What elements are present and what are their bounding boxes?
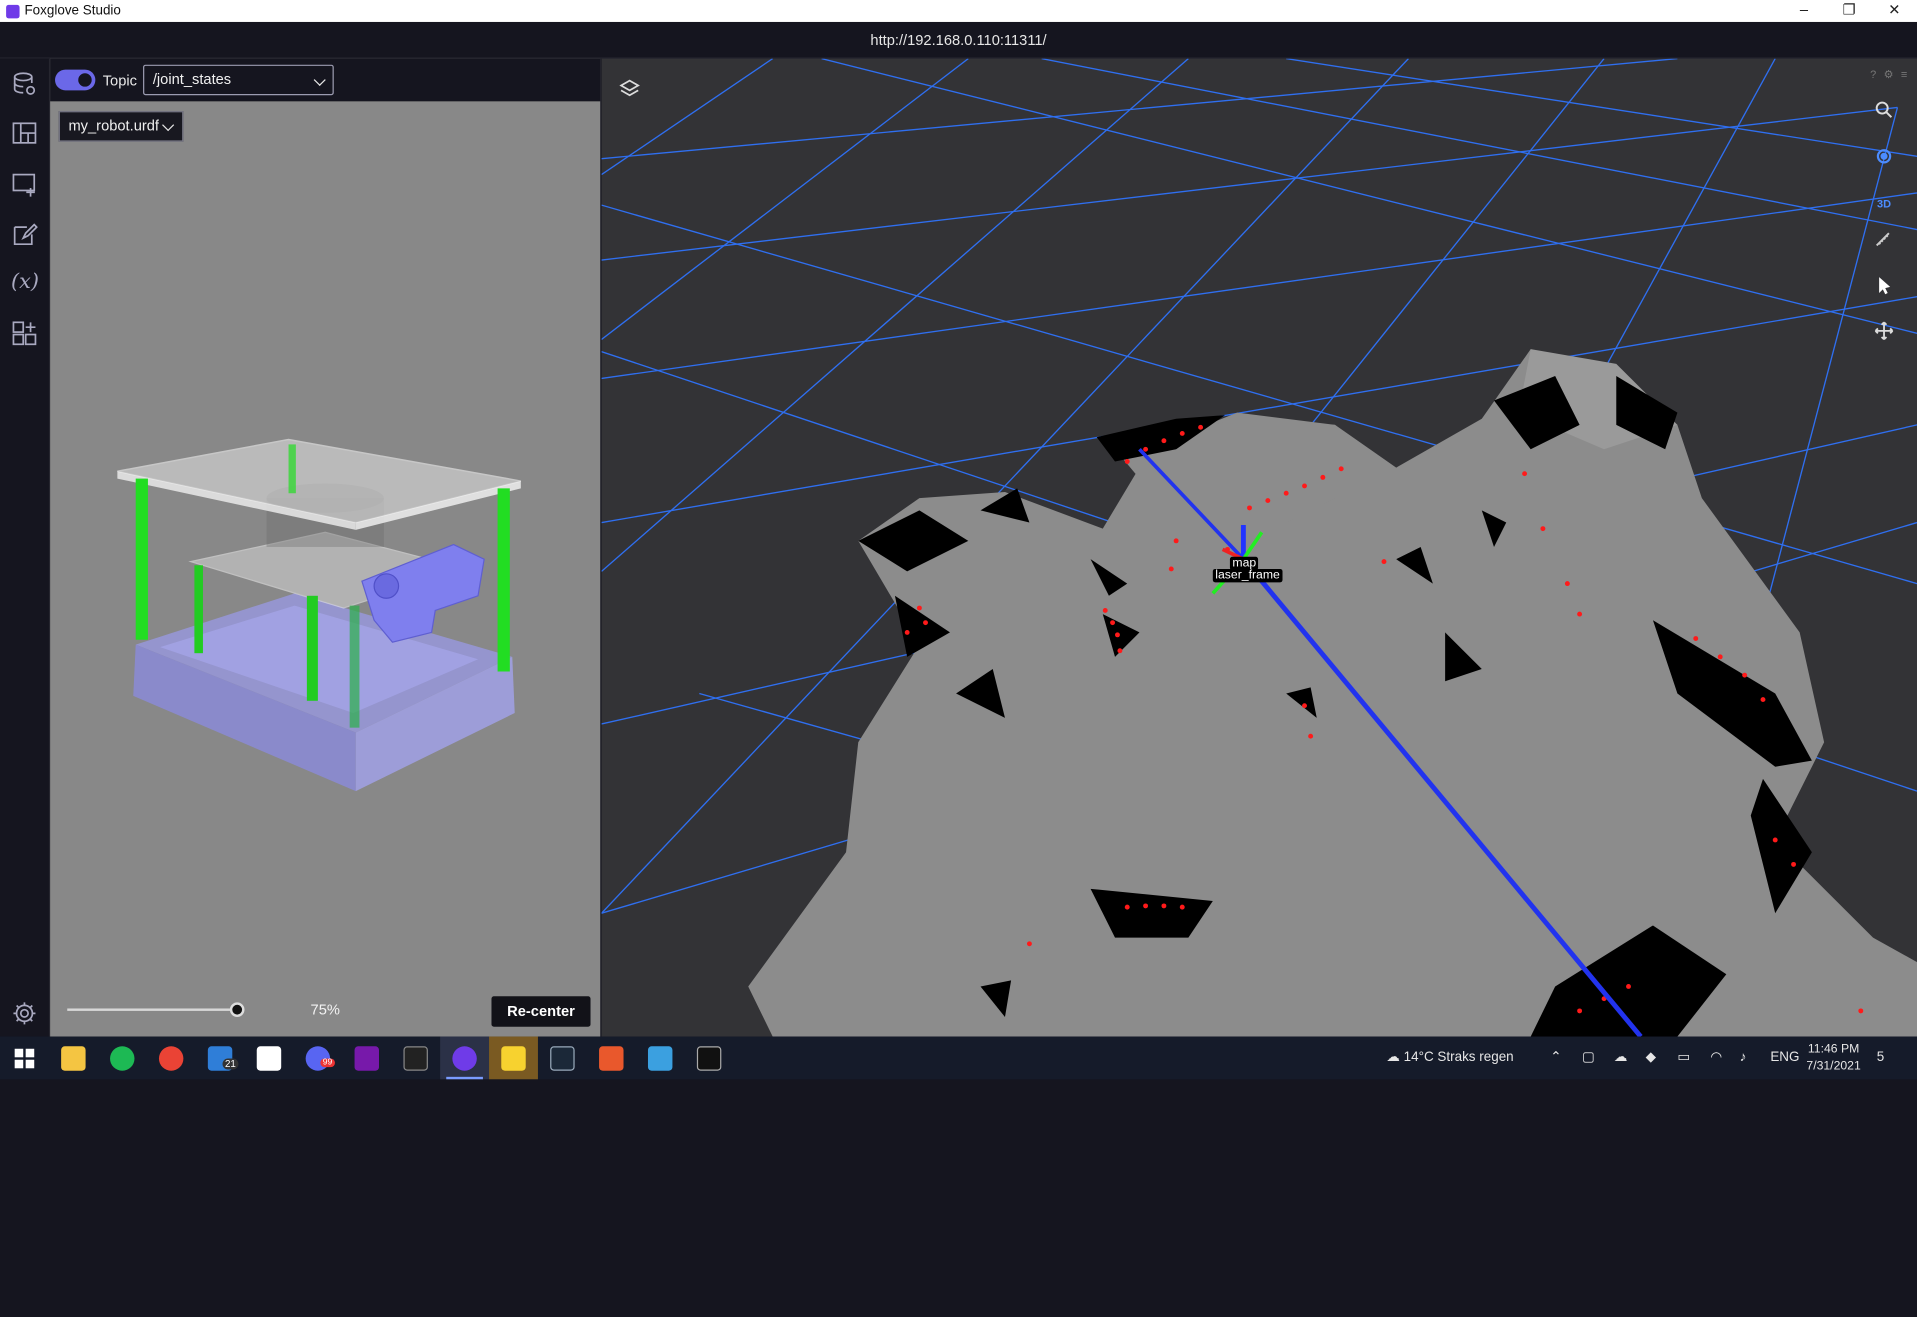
weather-widget[interactable]: ☁ 14°C Straks regen: [1386, 1037, 1513, 1080]
notifications-icon[interactable]: 5: [1877, 1037, 1884, 1080]
minimize-button[interactable]: –: [1781, 0, 1826, 22]
taskbar-clock[interactable]: 11:46 PM 7/31/2021: [1806, 1041, 1860, 1075]
discord-icon[interactable]: 99: [305, 1046, 335, 1071]
column: [288, 444, 296, 494]
battery-icon[interactable]: ▭: [1677, 1037, 1690, 1080]
panel-header-icons: ? ⚙ ≡: [1870, 68, 1907, 81]
terminal-icon[interactable]: [403, 1046, 428, 1071]
zoom-slider-track[interactable]: [67, 1008, 239, 1011]
input-language[interactable]: ENG: [1770, 1037, 1799, 1080]
chevron-down-icon: [313, 73, 326, 87]
mail-icon[interactable]: 21: [207, 1046, 239, 1071]
search-icon[interactable]: [1873, 99, 1895, 121]
close-button[interactable]: ✕: [1872, 0, 1917, 22]
restore-button[interactable]: ❐: [1827, 0, 1872, 22]
topic-label: Topic: [102, 71, 137, 89]
foxglove-logo-icon: [6, 4, 20, 18]
frame-label-laser-frame: laser_frame: [1212, 568, 1283, 583]
chrome-icon[interactable]: [158, 1046, 184, 1071]
foxglove-studio-taskbar-icon[interactable]: [452, 1046, 477, 1071]
tray-meet-icon[interactable]: ▢: [1582, 1037, 1595, 1080]
steam-icon[interactable]: [550, 1046, 575, 1071]
column: [194, 565, 203, 654]
topic-select-value: /joint_states: [152, 70, 232, 88]
zoom-percent: 75%: [310, 1001, 340, 1019]
variables-icon[interactable]: (𝑥): [11, 269, 39, 296]
urdf-viewer-panel[interactable]: Topic /joint_states my_robot.urdf 75% Re…: [50, 58, 601, 1037]
console-icon[interactable]: [696, 1046, 722, 1071]
onenote-icon[interactable]: [354, 1046, 380, 1071]
tray-app-icon[interactable]: ◆: [1646, 1037, 1656, 1080]
panel-gear-icon[interactable]: ⚙: [1884, 68, 1894, 81]
panel-settings-icon[interactable]: [11, 221, 38, 248]
help-icon[interactable]: ?: [1870, 68, 1876, 81]
app-orange-icon[interactable]: [599, 1046, 624, 1071]
recenter-button[interactable]: Re-center: [491, 996, 591, 1027]
app-settings-gear-icon[interactable]: [11, 1000, 38, 1027]
windows-taskbar: 21 99 ☁ 14°C Straks regen ⌃ ▢ ☁ ◆ ▭ ◠ ♪ …: [0, 1036, 1917, 1080]
layouts-icon[interactable]: [11, 120, 38, 147]
view-mode-3d-button[interactable]: 3D: [1873, 193, 1895, 215]
sticky-notes-icon[interactable]: [501, 1046, 526, 1071]
volume-icon[interactable]: ♪: [1740, 1037, 1747, 1080]
left-sidebar: (𝑥): [0, 58, 51, 1037]
joint-states-toggle[interactable]: [55, 69, 96, 91]
window-title: Foxglove Studio: [24, 3, 121, 19]
discord-badge: 99: [320, 1058, 335, 1068]
file-explorer-icon[interactable]: [61, 1046, 86, 1071]
select-cursor-icon[interactable]: [1873, 275, 1895, 297]
column: [497, 488, 510, 672]
column: [306, 595, 318, 701]
window-title-bar[interactable]: Foxglove Studio – ❐ ✕: [0, 0, 1917, 22]
occupancy-map[interactable]: [601, 58, 1917, 1037]
extensions-icon[interactable]: [11, 320, 38, 347]
cloud-icon: ☁: [1386, 1049, 1400, 1065]
spotify-icon[interactable]: [110, 1046, 135, 1071]
onedrive-cloud-icon[interactable]: ☁: [1614, 1037, 1627, 1080]
tray-overflow-chevron-up-icon[interactable]: ⌃: [1550, 1037, 1561, 1080]
connection-address-bar[interactable]: http://192.168.0.110:11311/: [0, 21, 1917, 59]
mail-badge: 21: [222, 1058, 239, 1070]
robot-model[interactable]: [111, 425, 551, 792]
publish-pose-icon[interactable]: [1873, 320, 1895, 342]
chevron-down-icon: [162, 119, 175, 132]
column: [135, 478, 148, 640]
urdf-file-value: my_robot.urdf: [68, 117, 159, 135]
window-controls: – ❐ ✕: [1781, 0, 1917, 22]
panel-menu-icon[interactable]: ≡: [1901, 68, 1907, 81]
column: [349, 605, 360, 728]
topic-select[interactable]: /joint_states: [143, 64, 334, 96]
urdf-file-select[interactable]: my_robot.urdf: [58, 111, 184, 142]
clock-time: 11:46 PM: [1807, 1042, 1860, 1057]
connection-url[interactable]: http://192.168.0.110:11311/: [870, 32, 1046, 49]
notion-icon[interactable]: [256, 1046, 282, 1071]
notification-count: 5: [1876, 1049, 1885, 1065]
follow-target-icon[interactable]: [1873, 145, 1895, 167]
photos-icon[interactable]: [647, 1046, 673, 1071]
clock-date: 7/31/2021: [1806, 1059, 1861, 1074]
windows-start-icon[interactable]: [12, 1046, 36, 1070]
3d-scene-panel[interactable]: map laser_frame ? ⚙ ≡ 3D: [601, 58, 1917, 1037]
data-source-icon[interactable]: [11, 71, 38, 98]
measure-ruler-icon[interactable]: [1873, 230, 1895, 252]
wifi-icon[interactable]: ◠: [1710, 1037, 1722, 1080]
urdf-toolbar: Topic /joint_states: [50, 58, 601, 102]
weather-text: 14°C Straks regen: [1403, 1049, 1514, 1065]
layers-icon[interactable]: [616, 76, 643, 103]
zoom-slider-thumb[interactable]: [229, 1002, 245, 1018]
add-panel-icon[interactable]: [11, 171, 38, 198]
